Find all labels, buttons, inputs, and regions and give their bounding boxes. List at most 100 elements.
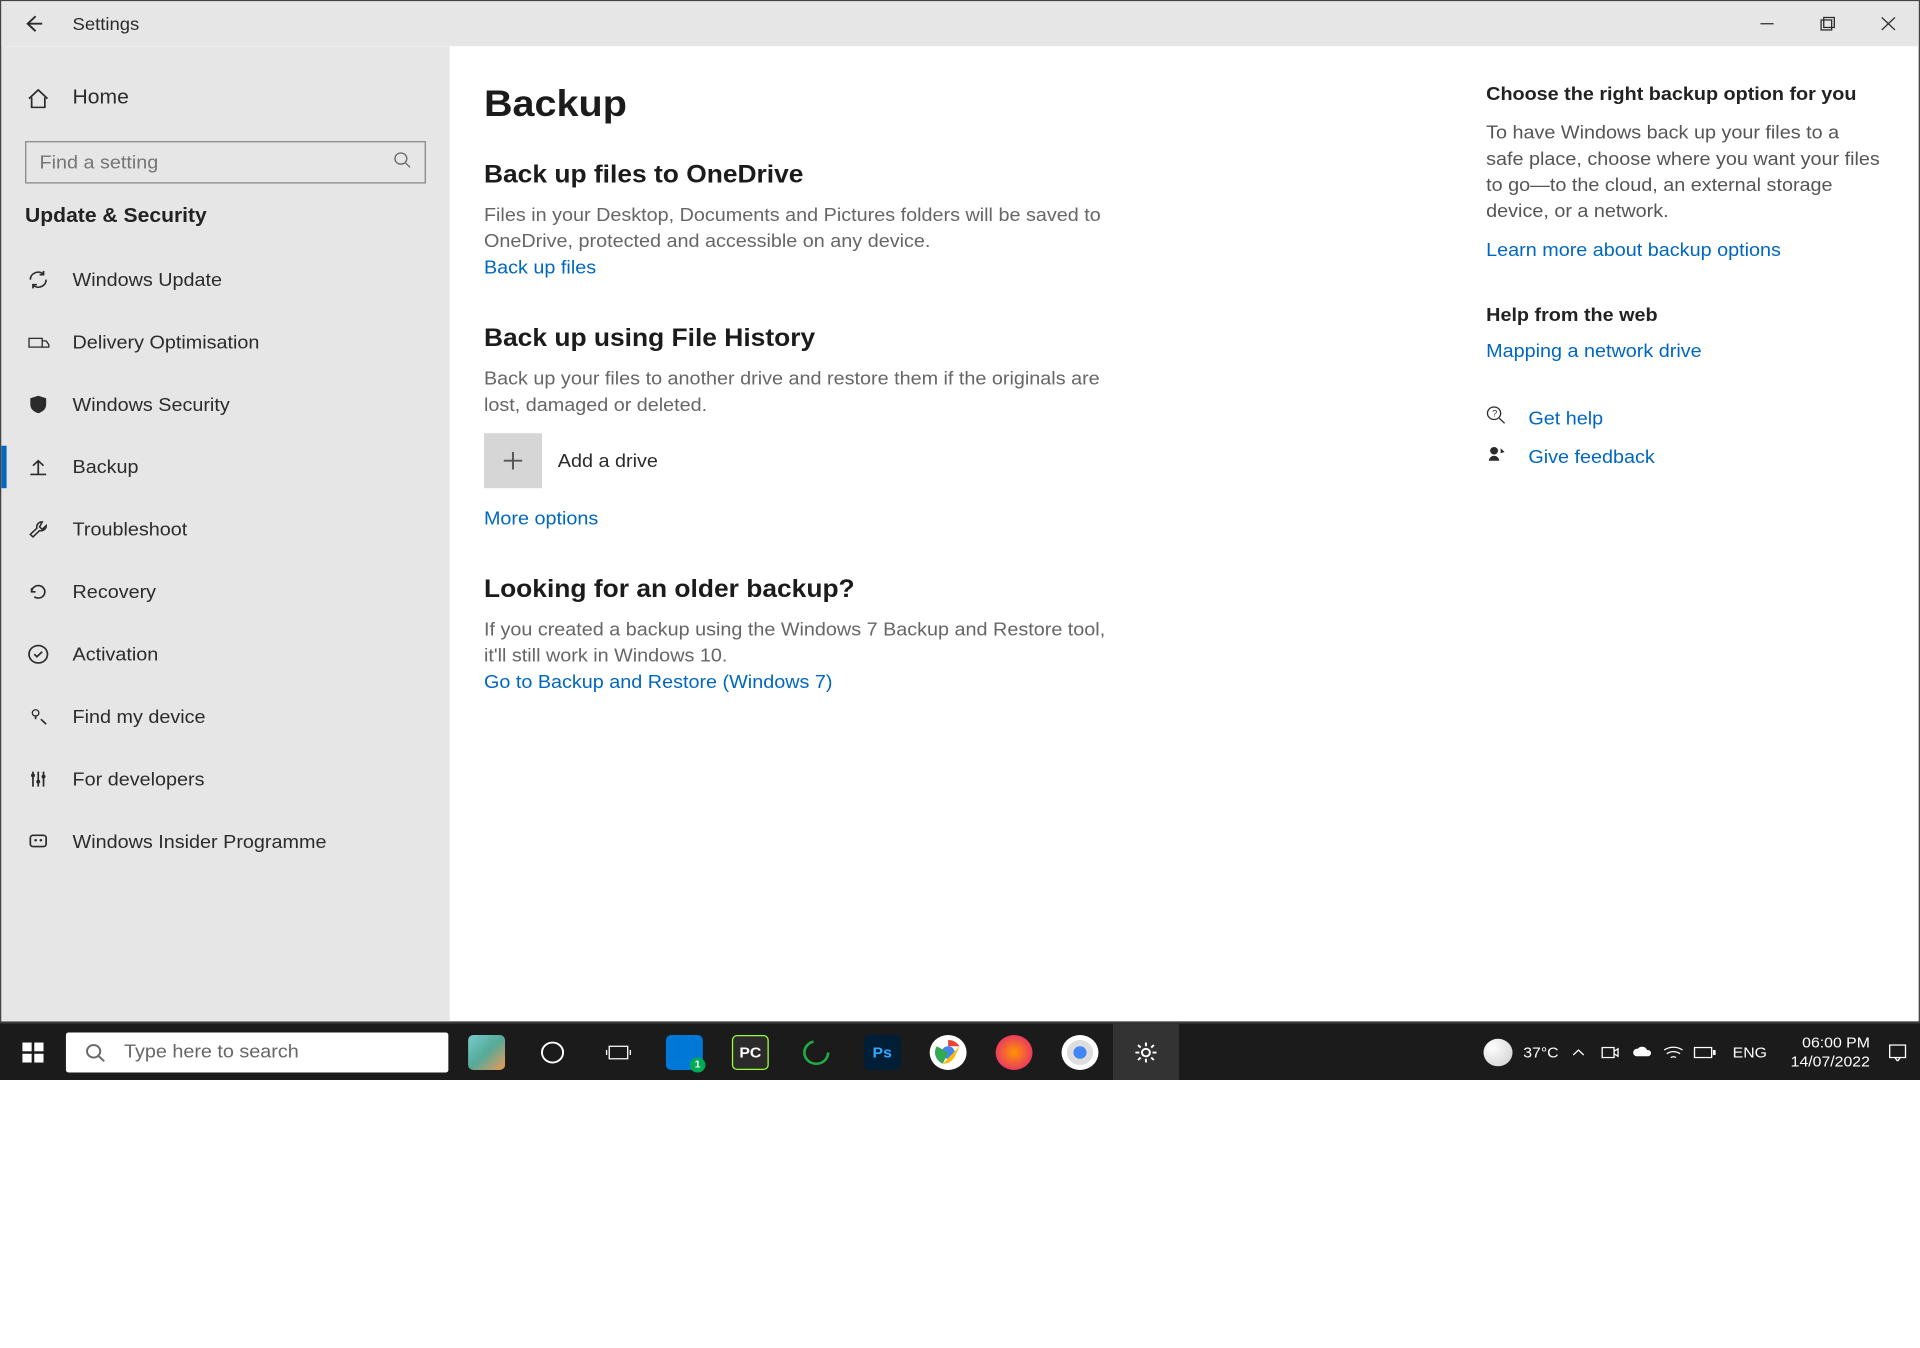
clock-time: 06:00 PM: [1791, 1034, 1870, 1052]
shield-icon: [25, 393, 51, 415]
system-tray: 37°C ENG 06:00 PM 14/07/2022: [1473, 1024, 1920, 1080]
plus-icon: [484, 433, 542, 488]
sidebar: Home Update & Security Windows Update De…: [1, 46, 449, 1021]
sidebar-category: Update & Security: [1, 206, 449, 248]
add-drive-label: Add a drive: [558, 450, 658, 471]
search-icon: [84, 1042, 105, 1062]
weather-temp: 37°C: [1523, 1043, 1558, 1060]
wifi-icon: [1663, 1043, 1684, 1060]
sidebar-item-activation[interactable]: Activation: [1, 623, 449, 685]
location-icon: [25, 705, 51, 727]
taskbar-search[interactable]: Type here to search: [66, 1032, 448, 1072]
section-head: Back up files to OneDrive: [484, 161, 1486, 190]
section-onedrive: Back up files to OneDrive Files in your …: [484, 161, 1486, 280]
link-give-feedback[interactable]: Give feedback: [1486, 444, 1882, 470]
back-button[interactable]: [1, 1, 64, 46]
gear-icon: [1133, 1039, 1159, 1064]
search-field[interactable]: [40, 152, 412, 173]
taskbar-app-settings[interactable]: [1113, 1024, 1179, 1080]
section-file-history: Back up using File History Back up your …: [484, 325, 1486, 531]
section-head: Back up using File History: [484, 325, 1486, 354]
taskbar-app-loading[interactable]: [783, 1024, 849, 1080]
sidebar-item-find-my-device[interactable]: Find my device: [1, 685, 449, 747]
sidebar-item-label: Troubleshoot: [73, 519, 188, 540]
svg-text:?: ?: [1492, 409, 1497, 419]
taskbar-app-news[interactable]: [454, 1024, 520, 1080]
chevron-up-icon: [1570, 1044, 1586, 1059]
maximize-button[interactable]: [1797, 1, 1858, 46]
delivery-icon: [25, 331, 51, 353]
tray-weather[interactable]: 37°C: [1484, 1038, 1559, 1065]
sidebar-item-delivery-optimisation[interactable]: Delivery Optimisation: [1, 311, 449, 373]
spinner-icon: [800, 1037, 832, 1067]
sliders-icon: [25, 768, 51, 790]
tray-wifi[interactable]: [1661, 1043, 1685, 1060]
circle-icon: [539, 1039, 565, 1064]
taskbar-taskview[interactable]: [585, 1024, 651, 1080]
feedback-label: Give feedback: [1528, 447, 1654, 468]
tray-language[interactable]: ENG: [1725, 1043, 1775, 1060]
tray-meet-now[interactable]: [1598, 1043, 1622, 1060]
page-title: Backup: [484, 84, 1486, 126]
sidebar-item-label: Activation: [73, 644, 159, 665]
section-body: Back up your files to another drive and …: [484, 366, 1117, 418]
sidebar-item-label: Windows Update: [73, 269, 223, 290]
sidebar-item-label: Recovery: [73, 581, 157, 602]
link-get-help[interactable]: ? Get help: [1486, 406, 1882, 432]
link-backup-restore-win7[interactable]: Go to Backup and Restore (Windows 7): [484, 672, 833, 693]
section-head: Looking for an older backup?: [484, 576, 1486, 605]
aside-help-web: Help from the web Mapping a network driv…: [1486, 305, 1882, 364]
aside-head: Choose the right backup option for you: [1486, 84, 1882, 105]
sidebar-item-backup[interactable]: Backup: [1, 436, 449, 498]
tray-clock[interactable]: 06:00 PM 14/07/2022: [1783, 1034, 1878, 1070]
sidebar-item-troubleshoot[interactable]: Troubleshoot: [1, 498, 449, 560]
sidebar-home-label: Home: [73, 87, 129, 109]
home-icon: [25, 87, 51, 109]
link-more-options[interactable]: More options: [484, 508, 598, 529]
taskview-icon: [605, 1039, 631, 1064]
tray-chevron-up[interactable]: [1566, 1044, 1590, 1059]
taskbar-cortana[interactable]: [520, 1024, 586, 1080]
sidebar-item-label: Find my device: [73, 706, 206, 727]
help-icon: ?: [1486, 406, 1510, 432]
section-body: Files in your Desktop, Documents and Pic…: [484, 202, 1117, 254]
taskbar-app-pycharm[interactable]: PC: [717, 1024, 783, 1080]
sidebar-item-recovery[interactable]: Recovery: [1, 561, 449, 623]
sidebar-item-windows-update[interactable]: Windows Update: [1, 248, 449, 310]
section-older-backup: Looking for an older backup? If you crea…: [484, 576, 1486, 695]
cloud-icon: [1631, 1044, 1652, 1059]
battery-icon: [1693, 1044, 1717, 1059]
sidebar-item-for-developers[interactable]: For developers: [1, 748, 449, 810]
search-input[interactable]: [25, 141, 426, 183]
feedback-icon: [1486, 444, 1510, 470]
aside-head: Help from the web: [1486, 305, 1882, 326]
backup-icon: [25, 456, 51, 478]
tray-onedrive[interactable]: [1630, 1044, 1654, 1059]
arrow-left-icon: [22, 14, 43, 34]
close-icon: [1880, 16, 1896, 31]
add-drive-button[interactable]: Add a drive: [484, 433, 1486, 488]
aside-body: To have Windows back up your files to a …: [1486, 120, 1882, 225]
taskbar-app-explorer[interactable]: 1: [651, 1024, 717, 1080]
link-backup-files[interactable]: Back up files: [484, 257, 596, 278]
chrome-icon: [932, 1037, 964, 1067]
aside-choose-option: Choose the right backup option for you T…: [1486, 84, 1882, 263]
section-body: If you created a backup using the Window…: [484, 617, 1117, 669]
link-learn-more-backup[interactable]: Learn more about backup options: [1486, 240, 1781, 261]
sidebar-item-insider[interactable]: Windows Insider Programme: [1, 810, 449, 872]
sidebar-item-home[interactable]: Home: [1, 74, 449, 124]
link-mapping-network-drive[interactable]: Mapping a network drive: [1486, 341, 1702, 362]
clock-date: 14/07/2022: [1791, 1052, 1870, 1070]
taskbar-app-chrome[interactable]: [915, 1024, 981, 1080]
taskbar-app-chrome2[interactable]: [1047, 1024, 1113, 1080]
close-button[interactable]: [1858, 1, 1919, 46]
minimize-icon: [1759, 16, 1775, 31]
start-button[interactable]: [0, 1024, 66, 1080]
get-help-label: Get help: [1528, 408, 1603, 429]
tray-battery[interactable]: [1693, 1044, 1717, 1059]
taskbar-app-photoshop[interactable]: Ps: [849, 1024, 915, 1080]
sidebar-item-windows-security[interactable]: Windows Security: [1, 373, 449, 435]
minimize-button[interactable]: [1737, 1, 1798, 46]
taskbar-app-firefox[interactable]: [981, 1024, 1047, 1080]
tray-notifications[interactable]: [1886, 1043, 1910, 1060]
